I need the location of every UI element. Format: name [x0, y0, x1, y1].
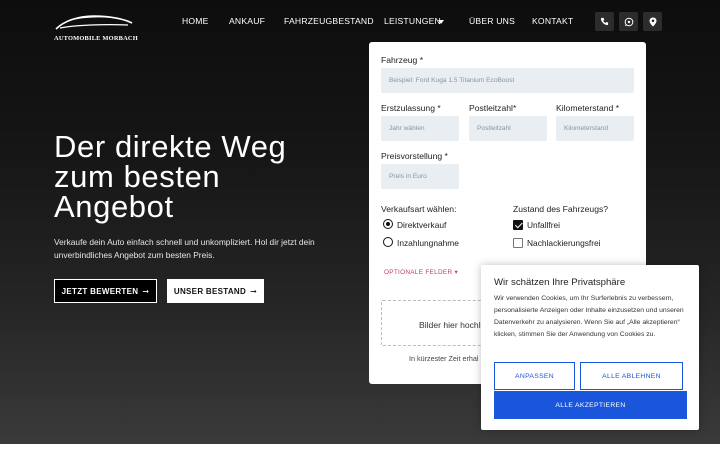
radio-label: Inzahlungnahme — [397, 238, 459, 248]
whatsapp-icon — [624, 17, 633, 26]
phone-icon — [600, 17, 609, 26]
arrow-right-icon: ➞ — [250, 286, 258, 296]
button-label: JETZT BEWERTEN — [61, 286, 139, 296]
checkbox-unfallfrei[interactable] — [513, 220, 523, 230]
vehicle-input[interactable]: Beispiel: Ford Kuga 1.5 Titanium EcoBoos… — [381, 68, 634, 93]
arrow-right-icon: ➞ — [142, 286, 150, 296]
customize-button[interactable]: ANPASSEN — [494, 362, 575, 390]
unser-bestand-button[interactable]: UNSER BESTAND ➞ — [167, 279, 264, 303]
location-icon — [649, 17, 656, 26]
hero-title: Der direkte Weg zum besten Angebot — [54, 129, 354, 224]
radio-direktverkauf[interactable] — [383, 219, 393, 229]
optional-fields-toggle[interactable]: OPTIONALE FELDER ▾ — [384, 268, 458, 276]
nav-ankauf[interactable]: ANKAUF — [229, 16, 265, 26]
upload-note: In kürzester Zeit erhal — [409, 354, 479, 363]
nav-ueber-uns[interactable]: ÜBER UNS — [469, 16, 515, 26]
zip-input[interactable]: Postleitzahl — [469, 116, 547, 141]
cookie-title: Wir schätzen Ihre Privatsphäre — [494, 277, 626, 288]
checkbox-label: Unfallfrei — [527, 220, 561, 230]
location-button[interactable] — [643, 12, 662, 31]
condition-label: Zustand des Fahrzeugs? — [513, 204, 609, 214]
hero-title-line: Der direkte Weg — [54, 129, 287, 164]
car-logo-icon — [55, 15, 133, 30]
nav-fahrzeugbestand[interactable]: FAHRZEUGBESTAND — [284, 16, 374, 26]
nav-leistungen[interactable]: LEISTUNGEN — [384, 16, 441, 26]
hero-title-line: zum besten — [54, 159, 221, 194]
sale-type-label: Verkaufsart wählen: — [381, 204, 457, 214]
radio-label: Direktverkauf — [397, 220, 447, 230]
upload-label: Bilder hier hochla — [419, 320, 486, 330]
nav-home[interactable]: HOME — [182, 16, 209, 26]
cookie-text: Wir verwenden Cookies, um Ihr Surferlebn… — [494, 295, 684, 338]
hero-title-line: Angebot — [54, 189, 174, 224]
price-label: Preisvorstellung * — [381, 151, 448, 161]
price-input[interactable]: Preis in Euro — [381, 164, 459, 189]
phone-button[interactable] — [595, 12, 614, 31]
whatsapp-button[interactable] — [619, 12, 638, 31]
nav-kontakt[interactable]: KONTAKT — [532, 16, 573, 26]
checkbox-nachlackierungsfrei[interactable] — [513, 238, 523, 248]
button-label: UNSER BESTAND — [173, 286, 247, 296]
cookie-consent-dialog: Wir schätzen Ihre Privatsphäre Wir verwe… — [481, 265, 699, 430]
hero-subtitle: Verkaufe dein Auto einfach schnell und u… — [54, 237, 315, 260]
chevron-down-icon[interactable] — [438, 20, 444, 24]
page-bottom — [0, 444, 720, 450]
registration-label: Erstzulassung * — [381, 103, 441, 113]
brand-name: AUTOMOBILE MORBACH — [54, 35, 138, 42]
brand-logo[interactable]: AUTOMOBILE MORBACH — [54, 9, 138, 42]
vehicle-label: Fahrzeug * — [381, 55, 424, 65]
zip-label: Postleitzahl* — [469, 103, 517, 113]
radio-inzahlungnahme[interactable] — [383, 237, 393, 247]
checkbox-label: Nachlackierungsfrei — [527, 238, 601, 248]
accept-all-button[interactable]: ALLE AKZEPTIEREN — [494, 391, 687, 419]
reject-all-button[interactable]: ALLE ABLEHNEN — [580, 362, 683, 390]
mileage-input[interactable]: Kilometerstand — [556, 116, 634, 141]
jetzt-bewerten-button[interactable]: JETZT BEWERTEN ➞ — [54, 279, 157, 303]
registration-select[interactable]: Jahr wählen — [381, 116, 459, 141]
mileage-label: Kilometerstand * — [556, 103, 620, 113]
